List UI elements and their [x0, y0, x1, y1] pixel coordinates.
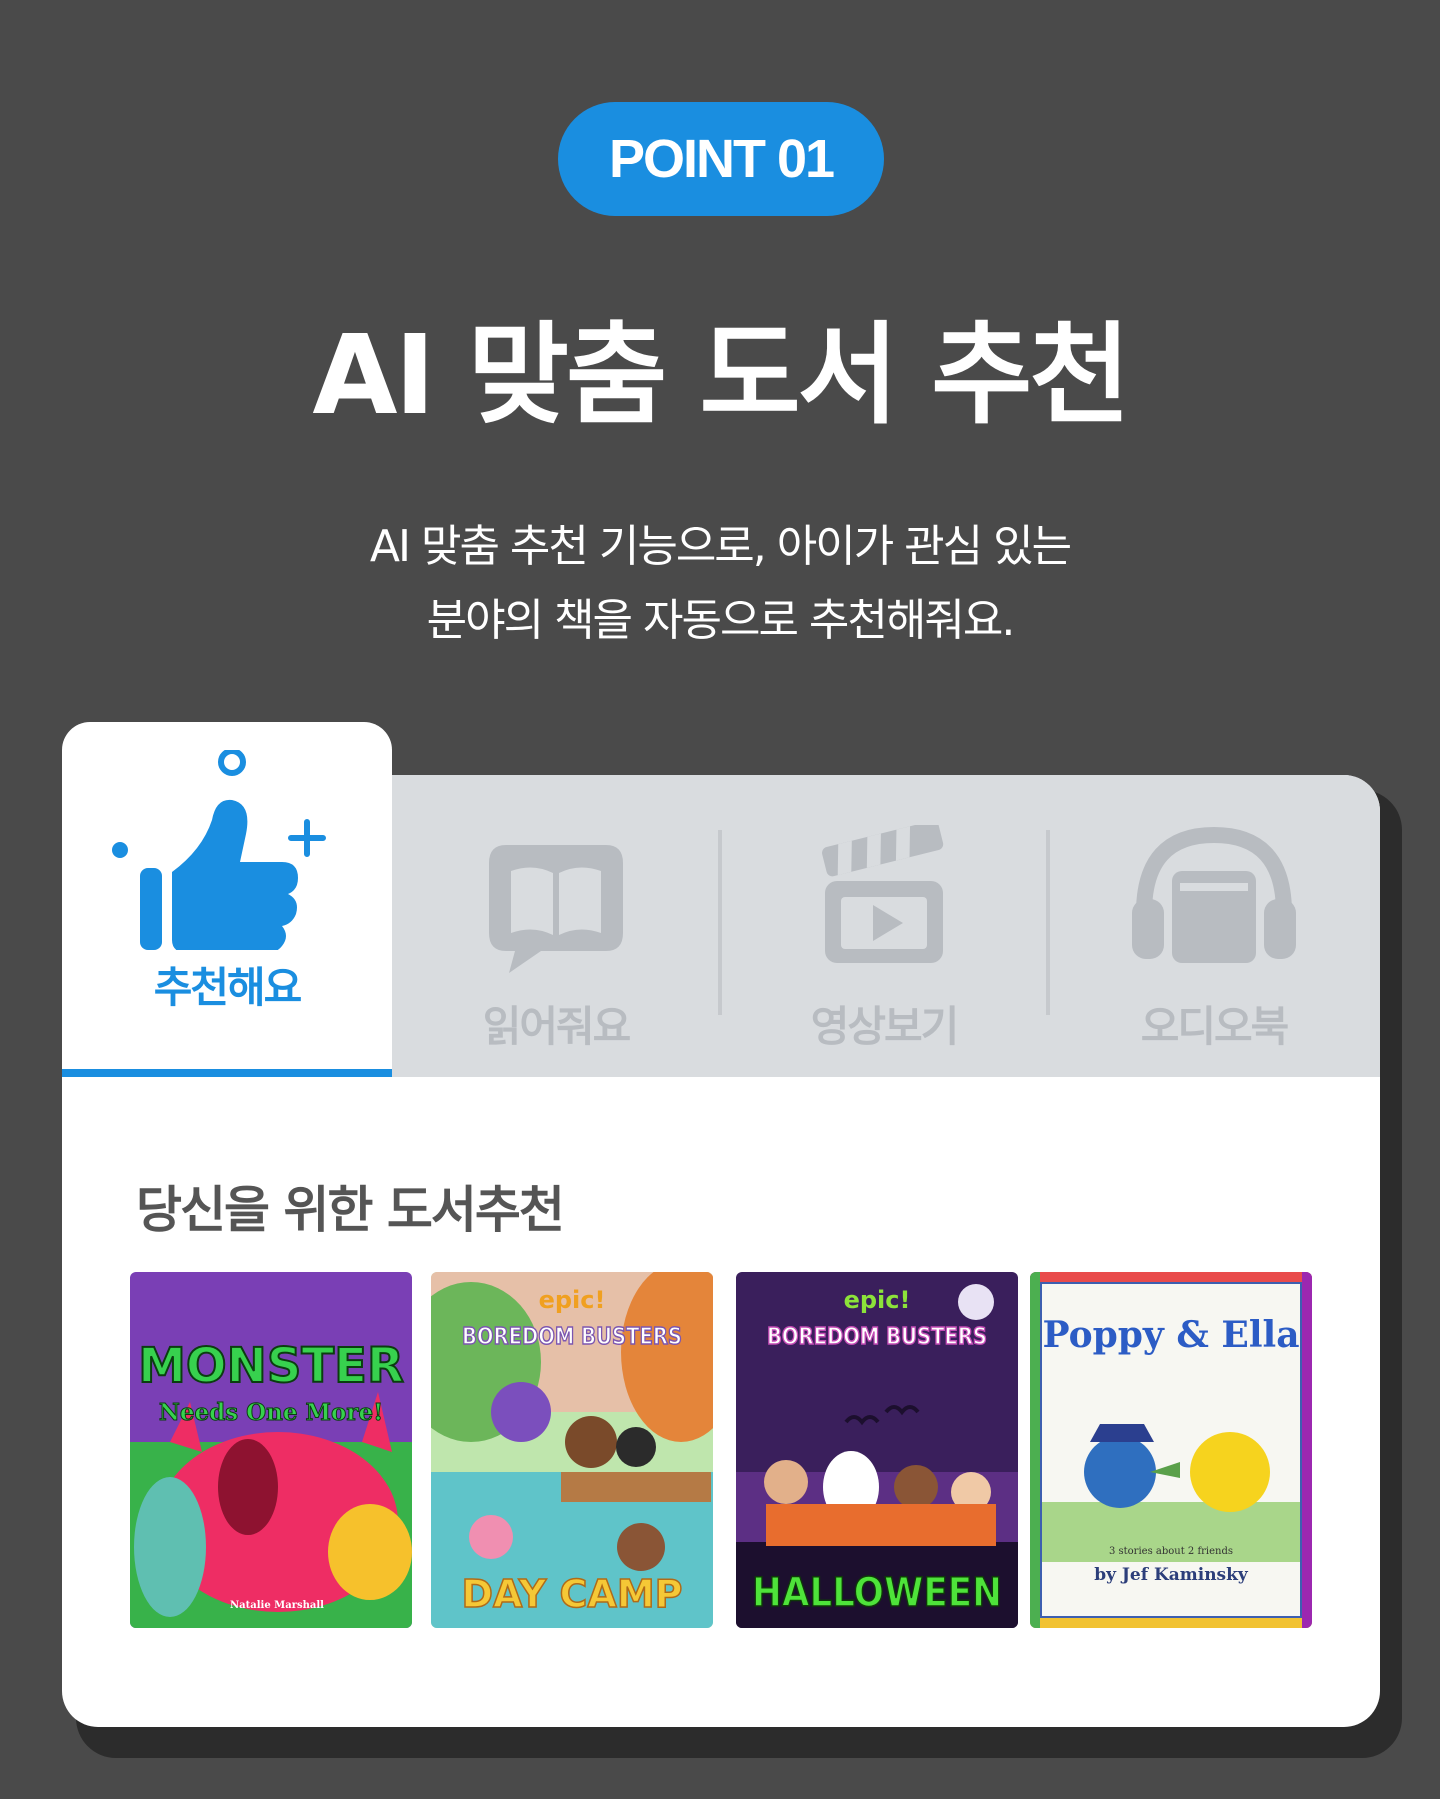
- book-author: Natalie Marshall: [230, 1600, 324, 1611]
- active-tab-indicator: [62, 1069, 392, 1077]
- description-line-2: 분야의 책을 자동으로 추천해줘요.: [426, 595, 1016, 646]
- tab-recommend[interactable]: 추천해요: [62, 722, 392, 1077]
- clapperboard-icon: [809, 820, 959, 979]
- tab-audiobook[interactable]: 오디오북: [1048, 775, 1380, 1077]
- book-brand: epic!: [539, 1286, 606, 1314]
- description: AI 맞춤 추천 기능으로, 아이가 관심 있는 분야의 책을 자동으로 추천해…: [0, 510, 1440, 658]
- book-tagline: 3 stories about 2 friends: [1109, 1546, 1233, 1557]
- book-subtitle: Needs One More!: [159, 1399, 383, 1426]
- book-subtitle: HALLOWEEN: [752, 1570, 1002, 1616]
- book-cover-monster[interactable]: MONSTER Needs One More! Natalie Marshall: [130, 1272, 412, 1628]
- page-title: AI 맞춤 도서 추천: [312, 311, 1130, 439]
- headphones-book-icon: [1124, 821, 1304, 975]
- book-title: BOREDOM BUSTERS: [767, 1324, 987, 1350]
- book-title: BOREDOM BUSTERS: [462, 1324, 682, 1350]
- book-title: MONSTER: [138, 1338, 404, 1394]
- book-cover-poppy-ella[interactable]: Poppy & Ella 3 stories about 2 friends b…: [1030, 1272, 1312, 1628]
- book-cover-halloween[interactable]: epic! BOREDOM BUSTERS HALLOWEEN: [736, 1272, 1018, 1628]
- tab-read-aloud[interactable]: 읽어줘요: [392, 775, 720, 1077]
- tab-label: 읽어줘요: [482, 1002, 632, 1051]
- book-author: by Jef Kaminsky: [1094, 1565, 1249, 1585]
- tab-label: 오디오북: [1140, 1002, 1290, 1051]
- thumbs-up-icon: [112, 748, 332, 954]
- tab-videos[interactable]: 영상보기: [720, 775, 1048, 1077]
- section-title: 당신을 위한 도서추천: [136, 1181, 565, 1239]
- tab-label: 추천해요: [153, 963, 303, 1012]
- book-title: Poppy & Ella: [1042, 1314, 1299, 1356]
- book-speech-icon: [481, 837, 631, 981]
- book-cover-day-camp[interactable]: epic! BOREDOM BUSTERS DAY CAMP: [431, 1272, 713, 1628]
- book-subtitle: DAY CAMP: [461, 1572, 682, 1616]
- tab-label: 영상보기: [810, 1002, 960, 1051]
- description-line-1: AI 맞춤 추천 기능으로, 아이가 관심 있는: [369, 521, 1072, 572]
- point-badge: POINT 01: [558, 102, 884, 216]
- book-brand: epic!: [844, 1286, 911, 1314]
